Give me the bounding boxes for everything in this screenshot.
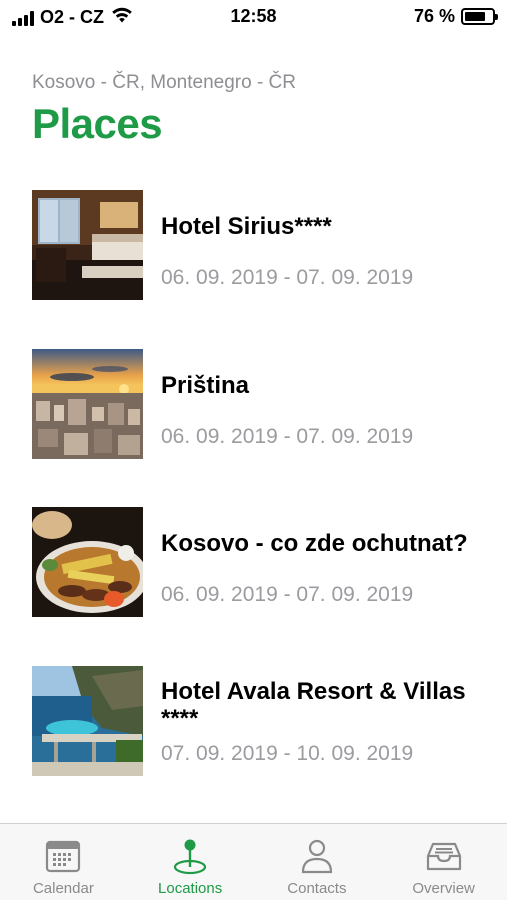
person-icon <box>297 836 337 876</box>
tab-calendar[interactable]: Calendar <box>0 824 127 900</box>
calendar-icon <box>43 836 83 876</box>
list-item-hotel-sirius[interactable]: Hotel Sirius**** 06. 09. 2019 - 07. 09. … <box>0 190 507 302</box>
seaside-resort-photo <box>32 666 143 776</box>
place-dates: 06. 09. 2019 - 07. 09. 2019 <box>161 425 414 448</box>
location-pin-icon <box>170 836 210 876</box>
place-name: Hotel Sirius**** <box>161 213 332 240</box>
trip-subtitle: Kosovo - ČR, Montenegro - ČR <box>32 72 296 93</box>
tab-bar: Calendar Locations Contacts Overview <box>0 823 507 900</box>
tab-overview[interactable]: Overview <box>380 824 507 900</box>
place-dates: 07. 09. 2019 - 10. 09. 2019 <box>161 742 414 765</box>
food-platter-photo <box>32 507 143 617</box>
place-name: Kosovo - co zde ochutnat? <box>161 530 468 557</box>
tab-contacts[interactable]: Contacts <box>254 824 381 900</box>
list-item-hotel-avala[interactable]: Hotel Avala Resort & Villas **** 07. 09.… <box>0 666 507 778</box>
tab-locations[interactable]: Locations <box>127 824 254 900</box>
tab-label: Calendar <box>32 880 94 897</box>
place-name: Priština <box>161 372 250 399</box>
tab-label: Contacts <box>287 880 347 897</box>
list-item-pristina[interactable]: Priština 06. 09. 2019 - 07. 09. 2019 <box>0 349 507 461</box>
tab-label: Overview <box>412 880 475 897</box>
place-name-line2: **** <box>161 705 199 732</box>
status-right: 76 % <box>413 6 498 27</box>
hotel-room-photo <box>32 190 143 300</box>
status-bar: O2 - CZ 12:58 76 % <box>0 0 507 34</box>
inbox-tray-icon <box>424 836 464 876</box>
list-item-kosovo-food[interactable]: Kosovo - co zde ochutnat? 06. 09. 2019 -… <box>0 507 507 619</box>
place-dates: 06. 09. 2019 - 07. 09. 2019 <box>161 266 414 289</box>
battery-percentage: 76 % <box>413 6 455 26</box>
page-title: Places <box>32 100 163 147</box>
battery-icon <box>461 8 498 25</box>
place-name-line1: Hotel Avala Resort & Villas <box>161 678 466 705</box>
city-sunset-photo <box>32 349 143 459</box>
place-dates: 06. 09. 2019 - 07. 09. 2019 <box>161 583 414 606</box>
battery-fill <box>465 12 485 21</box>
tab-label: Locations <box>158 880 223 897</box>
